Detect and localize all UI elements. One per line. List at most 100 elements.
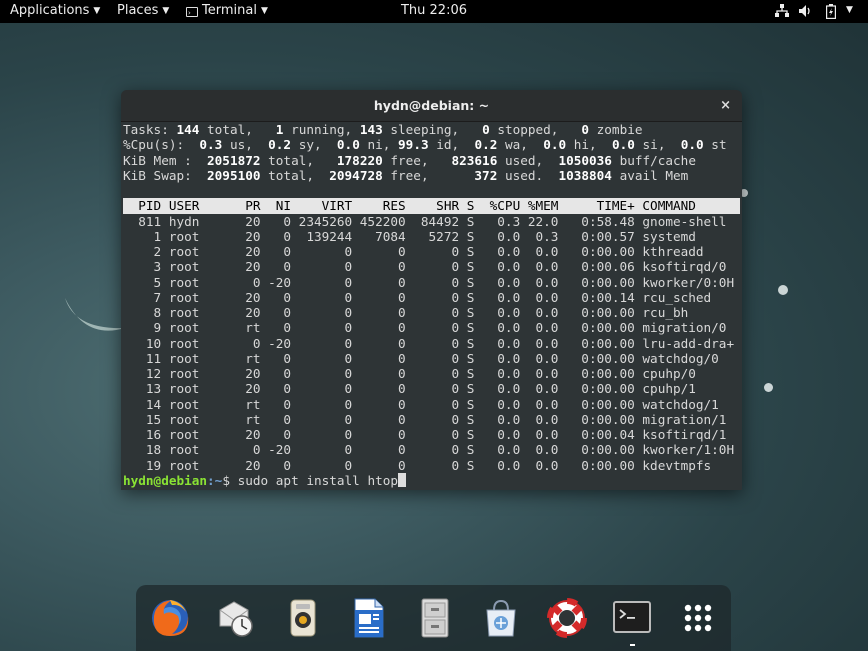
software-icon[interactable]	[479, 596, 523, 640]
summary-value: 823616	[451, 152, 498, 168]
process-row: 2 root 20 0 0 0 0 S 0.0 0.0 0:00.00 kthr…	[123, 244, 704, 259]
chevron-down-icon: ▼	[162, 6, 170, 16]
tasks-summary: Tasks: 144 total, 1 running, 143 sleepin…	[123, 122, 740, 137]
process-row: 8 root 20 0 0 0 0 S 0.0 0.0 0:00.00 rcu_…	[123, 305, 689, 320]
network-icon[interactable]	[775, 4, 789, 18]
summary-value: 2094728	[329, 167, 383, 183]
summary-value: 0.0	[680, 137, 704, 153]
process-row: 11 root rt 0 0 0 0 S 0.0 0.0 0:00.00 wat…	[123, 350, 719, 366]
clock[interactable]: Thu 22:06	[401, 3, 467, 18]
summary-label: buff/cache	[611, 152, 696, 168]
summary-label: total,	[199, 122, 276, 137]
summary-value: 372	[474, 167, 498, 183]
process-row: 15 root rt 0 0 0 0 S 0.0 0.0 0:00.00 mig…	[123, 411, 727, 427]
summary-value: 143	[359, 122, 383, 137]
summary-label: %Cpu(s):	[123, 137, 200, 153]
summary-label: si,	[634, 137, 681, 153]
mem-summary: KiB Mem : 2051872 total, 178220 free, 82…	[123, 153, 740, 168]
process-row: 12 root 20 0 0 0 0 S 0.0 0.0 0:00.00 cpu…	[123, 366, 696, 381]
summary-value: 0.2	[268, 137, 292, 153]
summary-value: 0.0	[611, 137, 635, 153]
libreoffice-writer-icon[interactable]	[347, 596, 391, 640]
summary-label: Tasks:	[123, 122, 177, 137]
places-menu[interactable]: Places ▼	[117, 3, 169, 18]
summary-label: total,	[260, 152, 337, 168]
summary-label: us,	[222, 137, 269, 153]
summary-value: 1038804	[558, 167, 612, 183]
process-row: 811 hydn 20 0 2345260 452200 84492 S 0.3…	[123, 213, 727, 229]
terminal-output[interactable]: Tasks: 144 total, 1 running, 143 sleepin…	[121, 122, 742, 490]
summary-value: 178220	[336, 152, 383, 168]
top-bar: Applications ▼ Places ▼ ›_ Terminal ▼ Thu 22…	[0, 0, 868, 23]
process-row: 3 root 20 0 0 0 0 S 0.0 0.0 0:00.06 ksof…	[123, 259, 727, 275]
summary-value: 0	[482, 122, 490, 137]
process-row: 18 root 0 -20 0 0 0 S 0.0 0.0 0:00.00 kw…	[123, 442, 735, 458]
process-row: 5 root 0 -20 0 0 0 S 0.0 0.0 0:00.00 kwo…	[123, 274, 735, 290]
terminal-small-icon: ›_	[186, 7, 198, 17]
process-row: 9 root rt 0 0 0 0 S 0.0 0.0 0:00.00 migr…	[123, 320, 727, 336]
summary-value: 99.3	[398, 137, 429, 153]
wallpaper-dot	[778, 285, 788, 295]
summary-value: 0	[581, 122, 590, 137]
prompt-path: :~	[207, 472, 223, 488]
process-row: 13 root 20 0 0 0 0 S 0.0 0.0 0:00.00 cpu…	[123, 381, 696, 397]
summary-value: 2095100	[207, 167, 261, 183]
files-icon[interactable]	[413, 596, 457, 640]
prompt-user: hydn@debian	[123, 472, 208, 488]
process-row: 10 root 0 -20 0 0 0 S 0.0 0.0 0:00.00 lr…	[123, 335, 735, 351]
summary-label: st	[703, 137, 727, 153]
volume-icon[interactable]	[798, 4, 812, 18]
summary-label: free,	[382, 152, 452, 168]
process-row: 1 root 20 0 139244 7084 5272 S 0.0 0.3 0…	[123, 228, 696, 244]
summary-value: 0.2	[474, 137, 498, 153]
window-title: hydn@debian: ~	[373, 98, 490, 113]
terminal-window[interactable]: hydn@debian: ~ × Tasks: 144 total, 1 run…	[121, 90, 742, 490]
summary-label: KiB Mem :	[123, 152, 208, 168]
chevron-down-icon: ▼	[260, 6, 268, 16]
close-icon[interactable]: ×	[720, 90, 731, 121]
terminal-app-menu[interactable]: ›_ Terminal ▼	[186, 3, 268, 18]
dock	[136, 585, 731, 651]
process-row: 14 root rt 0 0 0 0 S 0.0 0.0 0:00.00 wat…	[123, 396, 719, 412]
places-menu-label: Places	[117, 3, 159, 18]
summary-label: sy,	[291, 137, 337, 153]
help-icon[interactable]	[545, 596, 589, 640]
summary-value: 0.3	[199, 137, 223, 153]
summary-label: zombie	[589, 122, 643, 137]
prompt-symbol: $	[222, 472, 238, 488]
window-titlebar[interactable]: hydn@debian: ~ ×	[121, 90, 742, 122]
summary-label: id,	[428, 137, 475, 153]
swap-summary: KiB Swap: 2095100 total, 2094728 free, 3…	[123, 168, 740, 183]
power-menu-chevron-icon[interactable]: ▼	[846, 5, 853, 15]
summary-value: 144	[176, 122, 200, 137]
summary-label: sleeping,	[382, 122, 483, 137]
evolution-mail-icon[interactable]	[214, 596, 258, 640]
text-cursor	[398, 472, 407, 487]
show-applications-icon[interactable]	[676, 596, 720, 640]
wallpaper-dot	[764, 383, 773, 392]
command-text: sudo apt install htop	[237, 472, 399, 488]
chevron-down-icon: ▼	[93, 6, 101, 16]
summary-label: used,	[497, 152, 559, 168]
process-row: 16 root 20 0 0 0 0 S 0.0 0.0 0:00.04 kso…	[123, 427, 727, 442]
process-row: 7 root 20 0 0 0 0 S 0.0 0.0 0:00.14 rcu_…	[123, 289, 712, 305]
cpu-summary: %Cpu(s): 0.3 us, 0.2 sy, 0.0 ni, 99.3 id…	[123, 137, 740, 152]
terminal-icon[interactable]	[610, 596, 654, 646]
summary-label: total,	[260, 167, 330, 183]
process-table-header: PID USER PR NI VIRT RES SHR S %CPU %MEM …	[123, 198, 740, 214]
battery-icon[interactable]	[826, 4, 836, 19]
summary-label: hi,	[566, 137, 612, 153]
summary-label: running,	[283, 122, 360, 137]
summary-label: wa,	[497, 137, 544, 153]
summary-value: 0.0	[543, 137, 567, 153]
process-row: 19 root 20 0 0 0 0 S 0.0 0.0 0:00.00 kde…	[123, 457, 712, 473]
shell-prompt[interactable]: hydn@debian:~$ sudo apt install htop	[123, 472, 740, 488]
applications-menu[interactable]: Applications ▼	[10, 3, 100, 18]
terminal-app-menu-label: Terminal	[202, 3, 257, 18]
applications-menu-label: Applications	[10, 3, 90, 18]
summary-value: 1050036	[558, 152, 612, 168]
firefox-icon[interactable]	[148, 596, 192, 640]
rhythmbox-icon[interactable]	[281, 596, 325, 640]
summary-value: 2051872	[207, 152, 261, 168]
